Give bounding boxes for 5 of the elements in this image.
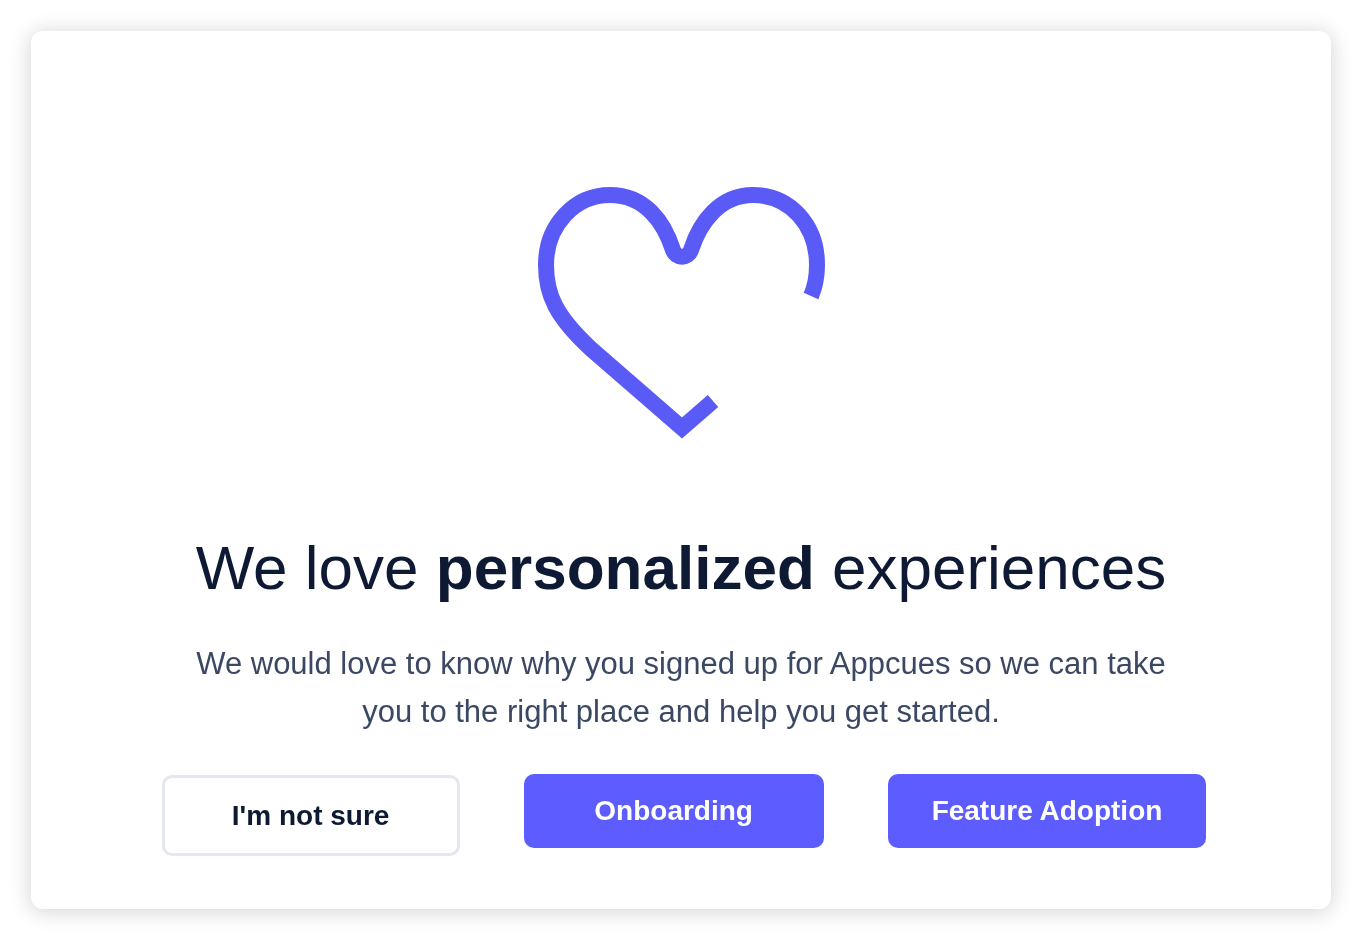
choice-button[interactable]: I'm not sure xyxy=(161,775,460,856)
choice-button[interactable]: Feature Adoption xyxy=(887,774,1207,848)
dialog-description: We would love to know why you signed up for Appcues so we can take you to the right place and help you get started. xyxy=(195,645,1167,731)
choice-button[interactable]: Onboarding xyxy=(523,774,824,848)
dialog-heading: We love personalized experiences xyxy=(195,532,1167,604)
